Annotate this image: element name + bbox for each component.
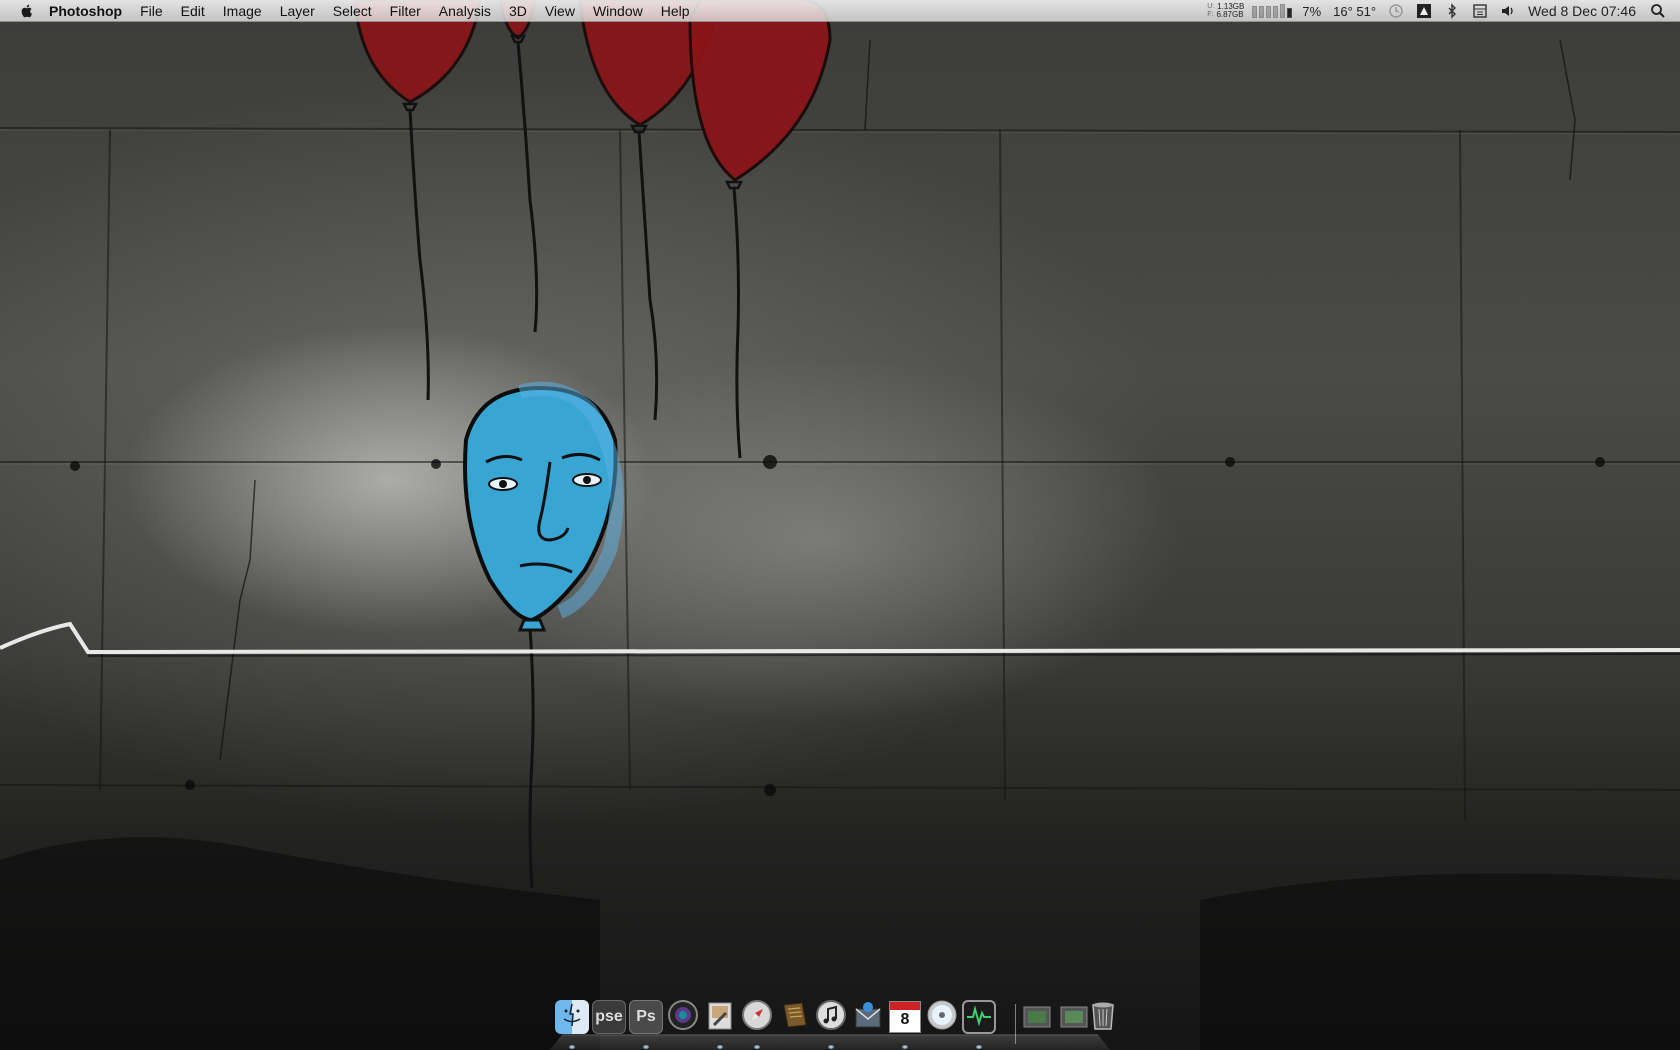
- menu-view[interactable]: View: [545, 3, 575, 19]
- aperture-icon: [667, 999, 699, 1036]
- bluetooth-icon[interactable]: [1444, 3, 1460, 19]
- photoshop-elements-icon: pse: [595, 1008, 623, 1025]
- menu-extras: U: 1.13GB F: 6.87GB 7% 16° 51° Wed 8 Dec…: [1207, 0, 1680, 22]
- dock-running-indicator: [828, 1045, 834, 1049]
- dock-item-preview[interactable]: [703, 1000, 737, 1034]
- dock-item-scripts[interactable]: [777, 1000, 811, 1034]
- wallpaper-artwork: [0, 0, 1680, 1050]
- menu-file[interactable]: File: [140, 3, 163, 19]
- memory-free: 6.87GB: [1216, 10, 1244, 19]
- menu-layer[interactable]: Layer: [280, 3, 315, 19]
- spotlight-icon[interactable]: [1650, 3, 1666, 19]
- photoshop-icon: Ps: [636, 1008, 656, 1025]
- cpu-usage[interactable]: 7%: [1302, 4, 1321, 19]
- itunes-icon: [815, 999, 847, 1036]
- volume-icon[interactable]: [1500, 3, 1516, 19]
- dock-item-dvd-player[interactable]: [925, 1000, 959, 1034]
- finder-icon: [557, 1000, 587, 1035]
- memory-used-label: U:: [1207, 3, 1215, 10]
- dock-item-photoshop-elements[interactable]: pse: [592, 1000, 626, 1034]
- desktop-wallpaper: [0, 0, 1680, 1050]
- menubar-clock[interactable]: Wed 8 Dec 07:46: [1528, 3, 1636, 19]
- memory-free-label: F:: [1207, 11, 1214, 18]
- menu-image[interactable]: Image: [223, 3, 262, 19]
- menu-edit[interactable]: Edit: [181, 3, 205, 19]
- dock-running-indicator: [643, 1045, 649, 1049]
- memory-monitor[interactable]: U: 1.13GB F: 6.87GB: [1207, 3, 1244, 19]
- dock-running-indicator: [754, 1045, 760, 1049]
- dock: pse Ps 8: [550, 998, 1114, 1050]
- temperature-readout[interactable]: 16° 51°: [1333, 4, 1376, 19]
- calendar-icon: 8: [900, 1011, 910, 1028]
- script-icon: [778, 999, 810, 1036]
- dock-item-mail[interactable]: [851, 1000, 885, 1034]
- dvd-icon: [926, 999, 958, 1036]
- menu-app-name[interactable]: Photoshop: [49, 3, 122, 19]
- menu-3d[interactable]: 3D: [509, 3, 527, 19]
- menu-help[interactable]: Help: [661, 3, 690, 19]
- disk-activity-meter[interactable]: [1252, 4, 1293, 18]
- dock-stack-documents[interactable]: [1057, 1000, 1091, 1034]
- activity-monitor-icon: [965, 1001, 993, 1034]
- menu-bar: Photoshop File Edit Image Layer Select F…: [0, 0, 1680, 22]
- folder-documents-icon: [1058, 999, 1090, 1036]
- menu-analysis[interactable]: Analysis: [439, 3, 491, 19]
- mail-icon: [852, 999, 884, 1036]
- trash-icon: [1090, 999, 1116, 1036]
- time-machine-icon[interactable]: [1388, 3, 1404, 19]
- safari-icon: [741, 999, 773, 1036]
- menu-select[interactable]: Select: [333, 3, 372, 19]
- dock-item-activity-monitor[interactable]: [962, 1000, 996, 1034]
- dock-running-indicator: [569, 1045, 575, 1049]
- folder-downloads-icon: [1021, 999, 1053, 1036]
- dock-item-ical[interactable]: 8: [888, 1000, 922, 1034]
- dock-item-itunes[interactable]: [814, 999, 848, 1036]
- dock-item-trash[interactable]: [1088, 1000, 1118, 1034]
- adobe-icon[interactable]: [1416, 3, 1432, 19]
- dock-running-indicator: [902, 1045, 908, 1049]
- dock-running-indicator: [717, 1045, 723, 1049]
- dock-stack-downloads[interactable]: [1020, 1000, 1054, 1034]
- dock-item-aperture[interactable]: [666, 999, 700, 1036]
- dock-running-indicator: [976, 1045, 982, 1049]
- menu-filter[interactable]: Filter: [390, 3, 421, 19]
- dock-item-photoshop[interactable]: Ps: [629, 1000, 663, 1034]
- dock-item-safari[interactable]: [740, 999, 774, 1036]
- dock-item-finder[interactable]: [555, 1000, 589, 1034]
- calendar-icon[interactable]: [1472, 3, 1488, 19]
- menu-window[interactable]: Window: [593, 3, 643, 19]
- apple-icon[interactable]: [19, 3, 35, 19]
- dock-separator: [1015, 1004, 1016, 1044]
- preview-icon: [704, 999, 736, 1036]
